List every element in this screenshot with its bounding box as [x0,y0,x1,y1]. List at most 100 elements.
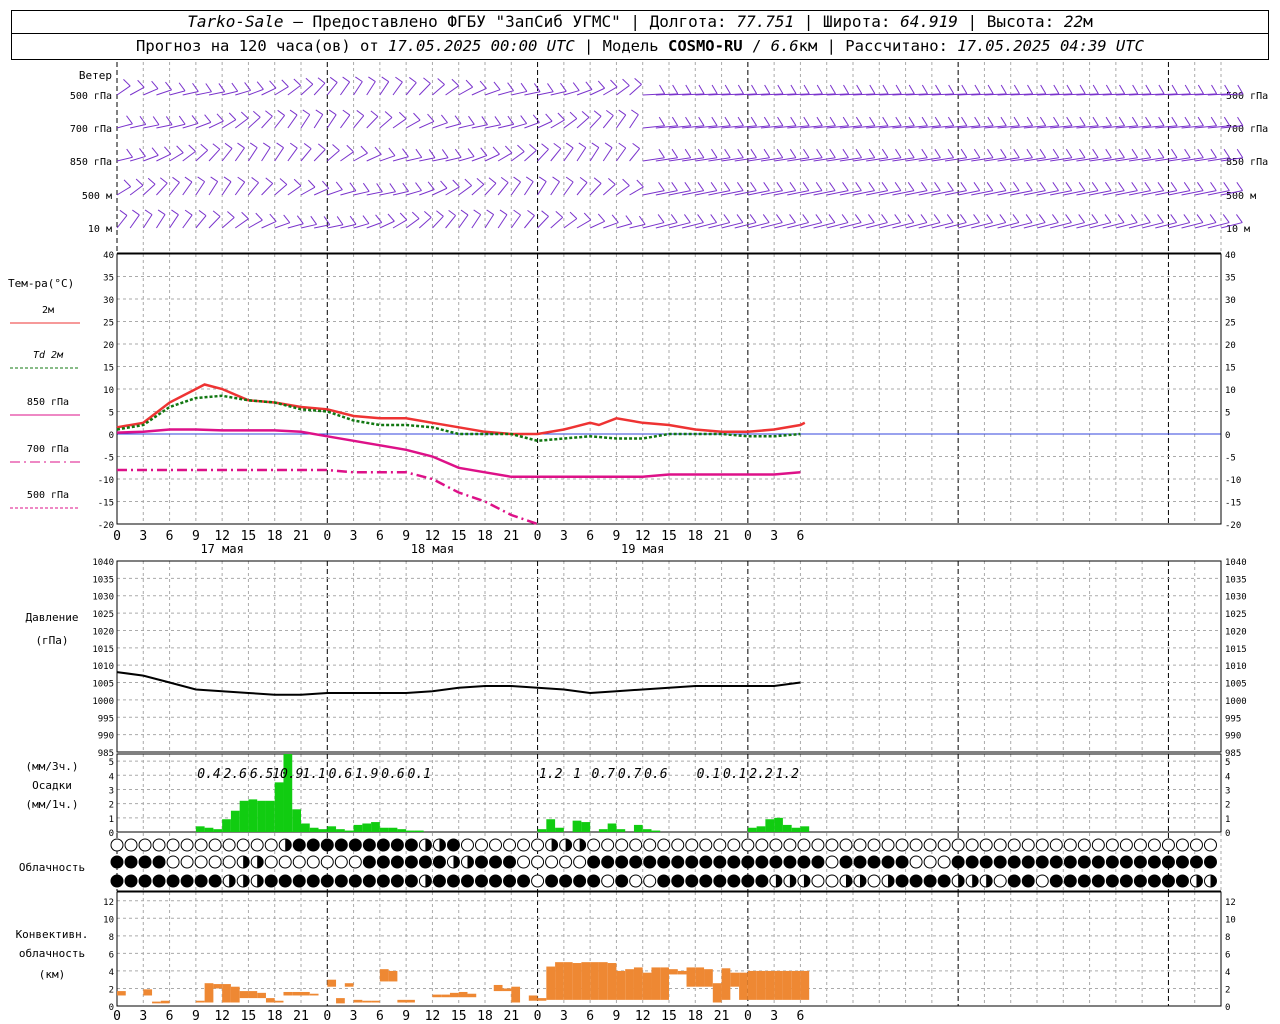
wind-barb [602,147,613,162]
wind-barb-feather [1210,116,1218,127]
convective-cloud-bar [152,1001,161,1004]
cloud-cover-half [579,839,586,851]
y-tick-label-right: 10 [1225,386,1236,396]
wind-barb-feather [881,148,889,158]
wind-barb-feather [1065,148,1073,158]
wind-barb-feather [597,213,606,222]
cloud-cover-symbol [110,874,124,888]
wind-barb-feather [265,110,273,117]
convective-cloud-bar [616,970,626,1000]
wind-barb-feather [1092,148,1099,158]
wind-barb [576,182,588,196]
cloud-cover-half [229,875,236,887]
wind-barb-feather [685,84,692,95]
wind-barb-feather [1052,148,1060,158]
wind-barb-feather [1079,116,1086,127]
wind-barb-feather [303,143,312,150]
cloud-cover-symbol [517,874,531,888]
convective-cloud-bar [388,970,398,982]
wind-barb-feather [123,79,131,87]
wind-barb-feather [520,82,528,92]
wind-barb [353,190,370,196]
precipitation-3h-total: 2.6 [224,767,248,782]
wind-barb-feather [1145,84,1152,95]
wind-barb-feather [881,214,888,223]
precipitation-3h-total: 0.1 [723,767,746,782]
wind-barb [129,214,140,229]
convective-cloud-bar [213,984,223,989]
precipitation-bar [336,829,345,832]
y-tick-label-right: 4 [1225,968,1230,978]
wind-barb-feather [1025,214,1033,223]
wind-barb-feather [1145,116,1152,127]
wind-level-label-left: 10 м [88,224,112,235]
precipitation-bar [414,830,424,832]
wind-barb-feather [723,214,731,223]
wind-barb [221,181,232,196]
wind-barb-feather [593,177,602,184]
wind-barb-feather [1066,116,1073,127]
cloud-cover-symbol [699,855,713,869]
wind-barb-feather [1026,182,1033,191]
wind-barb [326,150,340,162]
cloud-cover-symbol [1175,838,1189,852]
wind-barb [445,215,456,229]
y-tick-label-left: 25 [103,319,114,329]
convective-cloud-bar [677,970,687,975]
wind-barb-feather [777,84,784,95]
hour-tick-label: 3 [350,529,358,544]
convective-cloud-bar [660,967,669,1000]
convective-cloud-bar [222,984,231,1003]
wind-barb-feather [427,113,435,122]
cloud-cover-symbol [432,874,446,888]
y-tick-label-right: 10 [1225,915,1236,925]
convective-cloud-bar [204,983,214,1003]
wind-barb [248,182,259,196]
wind-barb-feather [908,116,915,127]
wind-barb-feather [1157,182,1165,191]
y-tick-label-left: -15 [98,499,114,509]
wind-barb [405,218,420,229]
wind-barb-feather [790,84,797,95]
wind-barb-feather [908,148,915,158]
convective-cloud-bar [406,999,415,1003]
wind-barb-feather [1184,84,1191,95]
y-tick-label-left: 30 [103,296,114,306]
convective-cloud-bar [353,999,363,1003]
wind-barb-feather [411,211,420,219]
wind-barb [169,152,184,162]
wind-barb-feather [370,110,379,117]
cloud-cover-symbol [110,838,124,852]
cloud-cover-symbol [867,874,881,888]
hour-tick-label-bottom: 6 [586,1009,594,1024]
wind-barb [616,85,630,96]
wind-barb-feather [882,116,889,127]
wind-barb-feather [961,84,968,95]
wind-barb [208,120,224,129]
wind-barb-feather [776,214,783,223]
wind-barb [418,216,432,229]
wind-barb-feather [711,84,718,95]
wind-barb-feather [529,143,537,151]
wind-barb-feather [657,214,665,223]
cloud-cover-symbol [194,838,208,852]
cloud-cover-symbol [208,855,222,869]
convective-cloud-bar [336,998,345,1004]
wind-barb-feather [672,84,679,95]
precipitation-3h-total: 0.6 [644,767,668,782]
wind-barb-feather [231,82,239,92]
wind-barb-feather [335,181,343,191]
wind-barb-feather [789,182,797,191]
cloud-cover-symbol [446,874,460,888]
wind-barb [405,82,417,96]
cloud-cover-symbol [1175,855,1189,869]
wind-barb-feather [249,142,258,149]
precipitation-bar [572,820,582,832]
cloud-cover-symbol [320,838,334,852]
cloud-cover-symbol [1161,874,1175,888]
wind-barb-feather [460,209,469,216]
y-tick-label-left: 1 [109,815,114,825]
y-tick-label-right: 0 [1225,1003,1230,1013]
wind-barb [327,189,343,196]
cloud-cover-symbol [348,855,362,869]
